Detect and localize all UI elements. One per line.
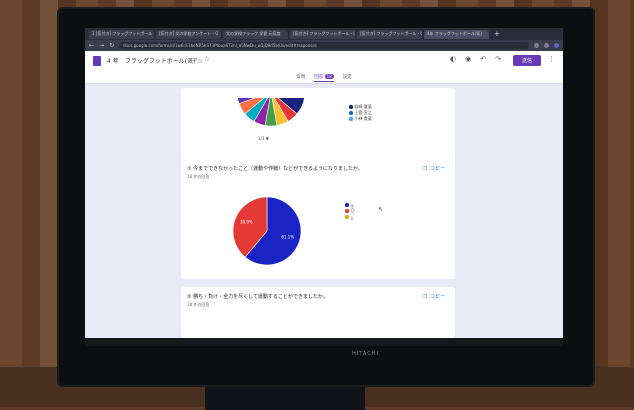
forms-header: 4 年 フラッグフットボール(気) ☆ ▭ ☆ ◐ ◉ ↶ ↷ 送信 ⋮ 質問 … <box>85 51 563 84</box>
tab-responses[interactable]: 回答 18 <box>314 74 334 82</box>
mouse-cursor-icon: ↖ <box>378 206 384 213</box>
legend-item: 小林 貴斐 <box>349 116 372 122</box>
legend-label: 小林 貴斐 <box>354 116 372 121</box>
form-title[interactable]: 4 年 フラッグフットボール(気) ☆ <box>107 56 203 65</box>
profile-avatar[interactable] <box>554 43 559 48</box>
response-card-q2: ② 勝ち・負け・全力を尽くして運動することができましたか。 18 件の回答 ❐ コ… <box>181 287 455 338</box>
copy-label: コピー <box>429 294 445 300</box>
star-icon[interactable]: ☆ <box>204 55 210 63</box>
back-icon[interactable]: ← <box>89 42 94 49</box>
title-actions: ▭ ☆ <box>191 55 210 63</box>
legend-dot <box>345 215 349 219</box>
browser-tab[interactable]: 文の学校フラッグ 学習 元気度 <box>223 29 288 39</box>
browser-tab[interactable]: [気付き] 文の学校アンケート - G <box>156 29 221 39</box>
redo-icon[interactable]: ↷ <box>495 55 501 63</box>
question-title: ② 勝ち・負け・全力を尽くして運動することができましたか。 <box>187 294 328 300</box>
reload-icon[interactable]: ↻ <box>109 42 114 49</box>
names-legend: 岩崎 夏斐 上野 宣之 小林 貴斐 <box>349 104 372 122</box>
browser-tab[interactable]: [気付き] フラッグフットボール - G <box>357 29 422 39</box>
forward-icon[interactable]: → <box>99 42 104 49</box>
legend-item: △ <box>345 214 355 220</box>
tab-responses-label: 回答 <box>314 75 324 80</box>
extension-icon[interactable] <box>544 43 549 48</box>
send-button[interactable]: 送信 <box>513 55 541 66</box>
legend-pager[interactable]: 1/3 ▼ <box>258 136 269 141</box>
browser-tab[interactable]: 1 [気付き] フラッグフットボール - G <box>89 29 154 39</box>
q1-pie-slices: 61.1% 38.9% <box>232 196 302 266</box>
browser-tab-active[interactable]: 4年 フラッグフットボール(気) <box>424 29 489 39</box>
copy-button[interactable]: ❐ コピー <box>422 165 446 173</box>
names-pie-slices <box>237 98 305 127</box>
forms-logo-icon[interactable] <box>93 56 101 66</box>
names-pie-chart <box>237 98 305 127</box>
tab-settings[interactable]: 設定 <box>343 74 352 82</box>
q1-legend: ◎ 〇 △ <box>345 202 355 220</box>
header-actions: ◐ ◉ ↶ ↷ <box>450 55 501 63</box>
extension-icon[interactable] <box>534 43 539 48</box>
response-count-badge: 18 <box>324 74 334 79</box>
copy-button[interactable]: ❐ コピー <box>422 293 446 301</box>
response-count: 18 件の回答 <box>187 174 210 179</box>
copy-label: コピー <box>429 166 445 172</box>
preview-icon[interactable]: ◉ <box>465 55 471 63</box>
tv-screen: 1 [気付き] フラッグフットボール - G [気付き] 文の学校アンケート -… <box>85 28 563 338</box>
legend-label: △ <box>350 214 354 220</box>
legend-dot <box>345 203 349 207</box>
url-field[interactable]: docs.google.com/forms/d/1w6cE1beNR5hS73P… <box>119 42 529 49</box>
folder-icon[interactable]: ▭ <box>191 55 198 63</box>
undo-icon[interactable]: ↶ <box>480 55 486 63</box>
legend-label: 〇 <box>350 208 355 213</box>
browser-tab[interactable]: [気付き] フラッグフットボール - G <box>290 29 355 39</box>
tv-bottom-bezel <box>85 338 563 346</box>
tab-questions[interactable]: 質問 <box>296 74 305 82</box>
pie-slice-label: 38.9% <box>240 219 253 224</box>
tv-brand-label: HITACHI <box>352 351 379 357</box>
palette-icon[interactable]: ◐ <box>450 55 456 63</box>
response-card-q1: ① 今までできなかったこと（運動や作戦）などができるようになりましたか。 18 … <box>181 159 455 279</box>
form-tabs: 質問 回答 18 設定 <box>85 74 563 82</box>
legend-dot <box>349 105 353 109</box>
legend-dot <box>349 117 353 121</box>
address-bar-row: ← → ↻ docs.google.com/forms/d/1w6cE1beNR… <box>85 40 563 51</box>
legend-dot <box>349 111 353 115</box>
question-title: ① 今までできなかったこと（運動や作戦）などができるようになりましたか。 <box>187 166 363 172</box>
response-count: 18 件の回答 <box>187 302 210 307</box>
new-tab-icon[interactable]: + <box>494 30 500 38</box>
legend-dot <box>345 209 349 213</box>
browser-tab-bar: 1 [気付き] フラッグフットボール - G [気付き] 文の学校アンケート -… <box>85 28 563 40</box>
pie-slice-label: 61.1% <box>281 235 294 240</box>
copy-icon: ❐ <box>422 165 427 172</box>
copy-icon: ❐ <box>422 293 427 300</box>
more-vert-icon[interactable]: ⋮ <box>548 55 555 63</box>
q1-pie-chart: 61.1% 38.9% <box>232 196 302 266</box>
legend-label: ◎ <box>350 202 355 208</box>
response-card-names: 岩崎 夏斐 上野 宣之 小林 貴斐 <box>181 88 455 161</box>
